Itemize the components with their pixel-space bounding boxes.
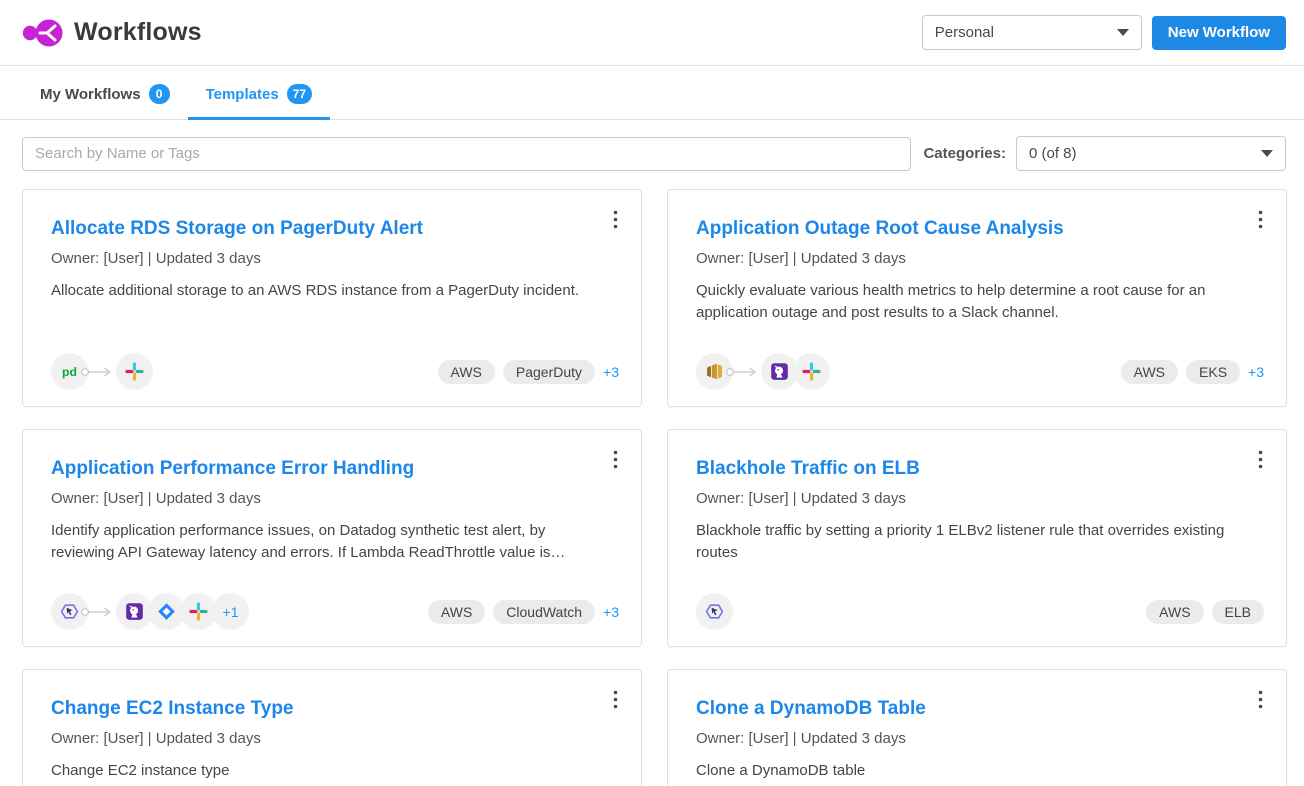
slack-icon — [116, 353, 153, 390]
filter-bar: Categories: 0 (of 8) — [0, 120, 1304, 187]
card-menu-button[interactable] — [1246, 204, 1274, 234]
workflow-card-grid: Allocate RDS Storage on PagerDuty Alert O… — [0, 187, 1304, 786]
card-menu-button[interactable] — [601, 684, 629, 714]
kebab-menu-icon — [1258, 210, 1263, 229]
categories-select-value: 0 (of 8) — [1029, 145, 1077, 162]
datadog-synthetics-icon — [696, 593, 733, 630]
search-input[interactable] — [22, 137, 911, 171]
categories-select[interactable]: 0 (of 8) — [1016, 136, 1286, 171]
top-header: Workflows Personal New Workflow — [0, 0, 1304, 66]
workspace-select-value: Personal — [935, 24, 994, 41]
workflow-title-link[interactable]: Application Performance Error Handling — [51, 458, 414, 481]
page-title: Workflows — [74, 18, 202, 47]
workflow-title-link[interactable]: Allocate RDS Storage on PagerDuty Alert — [51, 218, 423, 241]
categories-label: Categories: — [923, 145, 1006, 162]
tab-label: My Workflows — [40, 86, 141, 103]
workflow-app-icons — [696, 593, 733, 630]
kebab-menu-icon — [613, 210, 618, 229]
workflow-title-link[interactable]: Clone a DynamoDB Table — [696, 698, 926, 721]
workflow-description: Allocate additional storage to an AWS RD… — [51, 280, 611, 302]
workflow-description: Quickly evaluate various health metrics … — [696, 280, 1256, 324]
chevron-down-icon — [1117, 29, 1129, 36]
workflow-tags: AWS ELB — [1146, 600, 1264, 624]
tag-pill[interactable]: CloudWatch — [493, 600, 595, 624]
new-workflow-button[interactable]: New Workflow — [1152, 16, 1286, 50]
workflow-meta: Owner: [User] | Updated 3 days — [696, 490, 1258, 507]
workflow-title-link[interactable]: Change EC2 Instance Type — [51, 698, 294, 721]
kebab-menu-icon — [1258, 450, 1263, 469]
tag-pill[interactable]: EKS — [1186, 360, 1240, 384]
card-menu-button[interactable] — [601, 204, 629, 234]
workflow-card: Clone a DynamoDB Table Owner: [User] | Up… — [667, 669, 1287, 786]
tag-pill[interactable]: AWS — [438, 360, 495, 384]
card-footer: AWS ELB — [696, 593, 1264, 630]
workflow-description: Clone a DynamoDB table — [696, 760, 1256, 782]
workflow-meta: Owner: [User] | Updated 3 days — [51, 730, 613, 747]
tag-pill[interactable]: ELB — [1212, 600, 1264, 624]
chevron-down-icon — [1261, 150, 1273, 157]
tab-count-badge: 0 — [149, 84, 170, 104]
tag-pill[interactable]: AWS — [1146, 600, 1203, 624]
tab-count-badge: 77 — [287, 84, 312, 104]
more-tags-link[interactable]: +3 — [1248, 364, 1264, 380]
workflow-meta: Owner: [User] | Updated 3 days — [696, 250, 1258, 267]
more-icons-badge[interactable]: +1 — [212, 593, 249, 630]
workflow-card: Application Performance Error Handling Ow… — [22, 429, 642, 647]
flow-arrow-icon — [725, 365, 759, 379]
flow-arrow-icon — [80, 365, 114, 379]
workflow-meta: Owner: [User] | Updated 3 days — [51, 490, 613, 507]
tab-my-workflows[interactable]: My Workflows 0 — [22, 66, 188, 120]
workflow-card: Allocate RDS Storage on PagerDuty Alert O… — [22, 189, 642, 407]
workflow-description: Blackhole traffic by setting a priority … — [696, 520, 1256, 564]
workflow-app-icons: pd — [51, 353, 153, 390]
tag-pill[interactable]: AWS — [428, 600, 485, 624]
tab-label: Templates — [206, 86, 279, 103]
workflow-description: Change EC2 instance type — [51, 760, 611, 782]
kebab-menu-icon — [1258, 690, 1263, 709]
tag-pill[interactable]: AWS — [1121, 360, 1178, 384]
workflow-tags: AWS EKS +3 — [1121, 360, 1264, 384]
workflow-app-icons — [696, 353, 830, 390]
workflow-title-link[interactable]: Blackhole Traffic on ELB — [696, 458, 920, 481]
svg-text:pd: pd — [62, 365, 77, 379]
app-logo-icon — [22, 16, 66, 50]
kebab-menu-icon — [613, 450, 618, 469]
tab-bar: My Workflows 0 Templates 77 — [0, 66, 1304, 120]
card-footer: +1 AWS CloudWatch +3 — [51, 593, 619, 630]
card-footer: AWS EKS +3 — [696, 353, 1264, 390]
workflow-tags: AWS PagerDuty +3 — [438, 360, 620, 384]
card-footer: pd AWS PagerDuty +3 — [51, 353, 619, 390]
flow-arrow-icon — [80, 605, 114, 619]
card-menu-button[interactable] — [601, 444, 629, 474]
tab-templates[interactable]: Templates 77 — [188, 66, 330, 120]
tag-pill[interactable]: PagerDuty — [503, 360, 595, 384]
slack-icon — [793, 353, 830, 390]
more-tags-link[interactable]: +3 — [603, 604, 619, 620]
workflow-card: Change EC2 Instance Type Owner: [User] | … — [22, 669, 642, 786]
workspace-select[interactable]: Personal — [922, 15, 1142, 50]
workflow-meta: Owner: [User] | Updated 3 days — [51, 250, 613, 267]
card-menu-button[interactable] — [1246, 444, 1274, 474]
more-tags-link[interactable]: +3 — [603, 364, 619, 380]
workflow-tags: AWS CloudWatch +3 — [428, 600, 619, 624]
card-menu-button[interactable] — [1246, 684, 1274, 714]
kebab-menu-icon — [613, 690, 618, 709]
workflow-app-icons: +1 — [51, 593, 249, 630]
workflow-meta: Owner: [User] | Updated 3 days — [696, 730, 1258, 747]
workflow-description: Identify application performance issues,… — [51, 520, 611, 564]
workflow-card: Blackhole Traffic on ELB Owner: [User] | … — [667, 429, 1287, 647]
workflow-card: Application Outage Root Cause Analysis Ow… — [667, 189, 1287, 407]
workflow-title-link[interactable]: Application Outage Root Cause Analysis — [696, 218, 1064, 241]
